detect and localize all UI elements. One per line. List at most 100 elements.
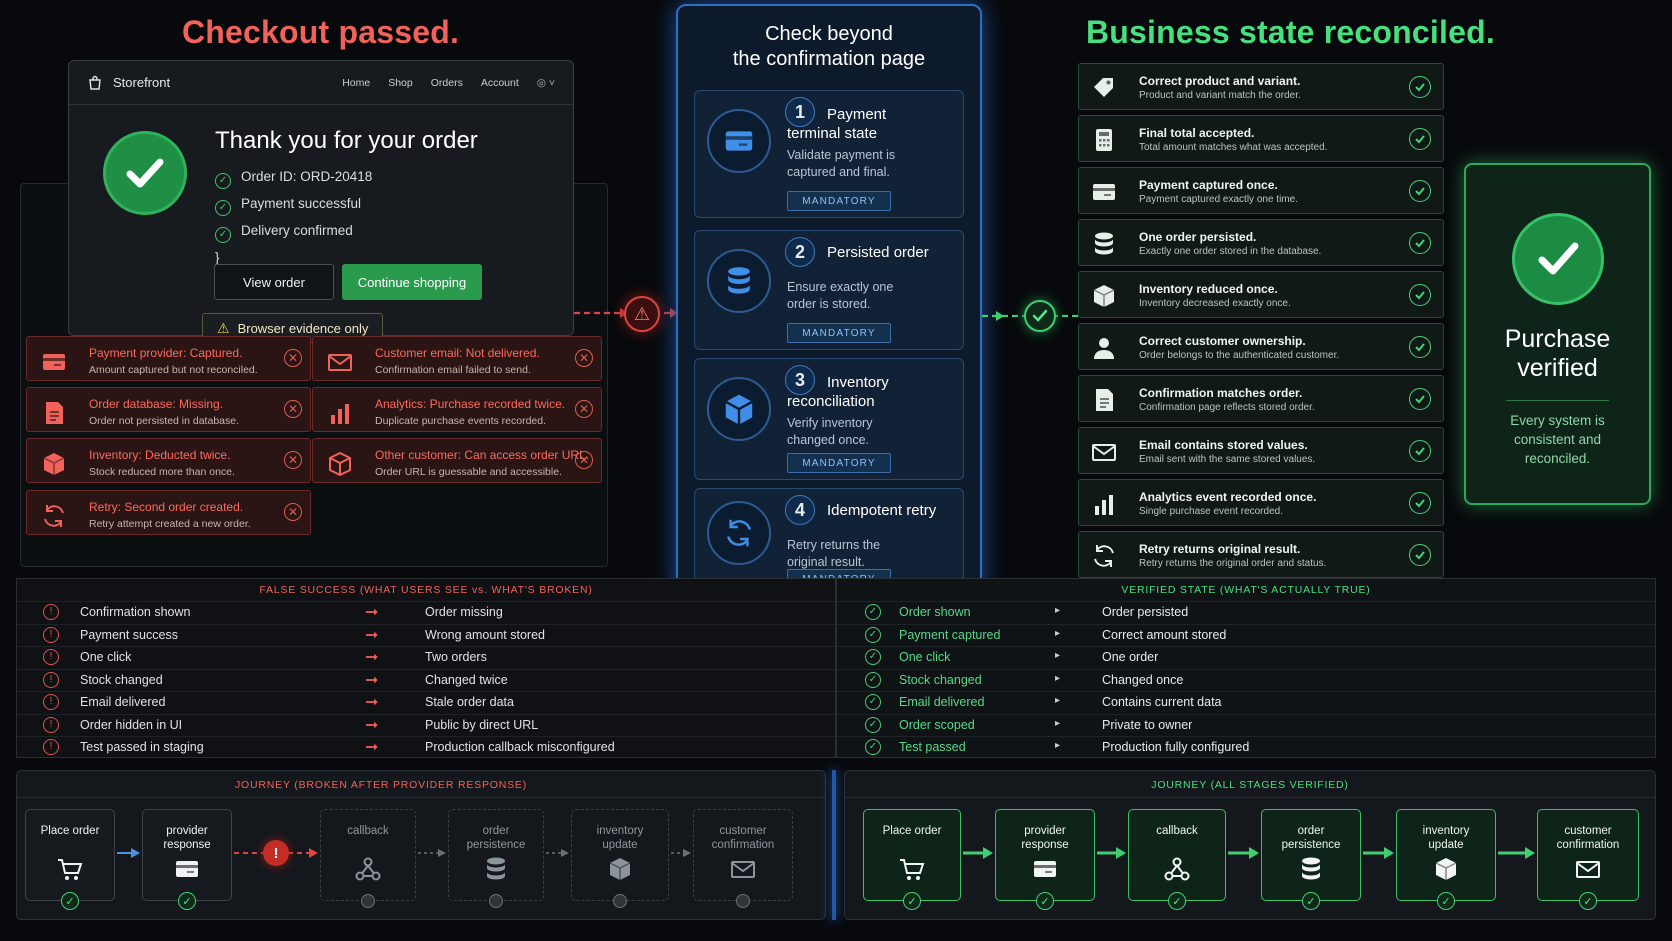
nav-home[interactable]: Home [342,77,370,89]
check-item: ✓ Order ID: ORD-20418 [215,163,372,190]
journey-stage: inventory update [571,809,669,901]
mandatory-badge: MANDATORY [787,323,891,343]
verified-check-card: One order persisted. Exactly one order st… [1078,219,1444,266]
table-row: ! Test passed in staging ➞ Production callb… [17,736,835,757]
refresh-icon [727,519,751,547]
verified-check-card: Confirmation matches order. Confirmation … [1078,375,1444,422]
shopping-bag-icon [89,75,101,90]
check-circle-icon: ✓ [1302,892,1320,910]
pending-dot-icon [736,894,750,908]
warning-icon: ⚠ [217,319,230,336]
alert-icon: ! [263,840,289,866]
journey-stage: Place order [863,809,961,901]
storefront-card: Storefront Home Shop Orders Account ◎ ˅ … [68,60,574,336]
false-claim: One click [80,650,132,664]
check-title: Email contains stored values. [1139,438,1308,452]
error-card: Other customer: Can access order URL. Ord… [312,438,602,483]
nav-account[interactable]: Account [481,77,519,89]
error-desc: Stock reduced more than once. [89,466,235,478]
arrow-right-icon: ➞ [365,626,379,644]
step-title: Idempotent retry [827,502,937,519]
nav-orders[interactable]: Orders [431,77,463,89]
visible-state: One click [899,650,951,664]
check-circle-icon: ✓ [1579,892,1597,910]
table-row: ✓ Order shown ▸ Order persisted [837,601,1655,622]
step-desc: Verify inventory changed once. [787,416,873,447]
check-icon: ✓ [215,200,231,216]
user-menu-icon[interactable]: ◎ ˅ [537,77,555,89]
payment-card-icon [176,861,198,877]
broken-reality: Two orders [425,650,487,664]
box-icon [43,453,65,475]
false-table-header: FALSE SUCCESS (WHAT USERS SEE vs. WHAT'S… [259,584,593,596]
check-desc: Inventory decreased exactly once. [1139,298,1291,309]
error-card: Order database: Missing. Order not persis… [26,387,311,432]
broken-reality: Stale order data [425,695,514,709]
true-state: One order [1102,650,1159,664]
nav-shop[interactable]: Shop [388,77,413,89]
box-icon [609,858,631,880]
table-row: ✓ One click ▸ One order [837,646,1655,667]
cube-icon [725,394,753,425]
verification-step: 1 Payment terminal state Validate payment i… [694,90,964,218]
close-x-icon: ✕ [284,451,302,469]
journey-stage: callback [1128,809,1226,901]
check-title: Correct customer ownership. [1139,334,1306,348]
exclamation-icon: ! [43,626,59,643]
true-state: Private to owner [1102,717,1193,732]
continue-shopping-button[interactable]: Continue shopping [342,264,482,300]
broken-reality: Changed twice [425,672,508,687]
cart-icon [58,859,83,880]
webhook-icon [355,857,381,881]
purchase-verified-panel: Purchase verified Every system is consis… [1464,163,1651,505]
exclamation-icon: ! [43,604,59,620]
bullet-icon: ▸ [1055,650,1061,661]
error-title: Payment provider: Captured. [89,346,243,360]
check-circle-icon: ✓ [903,892,921,910]
mandatory-badge: MANDATORY [787,453,891,473]
verified-check-card: Correct customer ownership. Order belongs… [1078,323,1444,370]
journey-stage: callback [320,809,416,901]
box-icon [1093,285,1115,307]
check-title: Final total accepted. [1139,126,1255,140]
document-icon [46,402,63,424]
visible-state: Stock changed [899,672,982,687]
journey-divider [832,770,836,920]
step-desc: Ensure exactly one order is stored. [787,280,894,311]
success-check-icon [103,131,187,215]
database-icon [728,267,750,294]
envelope-icon [1576,861,1600,878]
webhook-icon [1164,857,1190,881]
check-circle-icon: ✓ [178,892,196,910]
journey-verified-header: JOURNEY (ALL STAGES VERIFIED) [1151,779,1349,791]
error-card: Analytics: Purchase recorded twice. Dupli… [312,387,602,432]
check-circle-icon: ✓ [865,671,881,688]
journey-stage: Place order [25,809,115,901]
check-circle-icon: ✓ [1036,892,1054,910]
false-claim: Confirmation shown [80,605,191,619]
verification-step: 2 Persisted order Ensure exactly one order … [694,230,964,350]
middle-title: Check beyond the confirmation page [732,23,926,70]
arrow-right-icon: ➞ [365,671,379,689]
visible-state: Test passed [899,740,966,754]
storefront-nav: Home Shop Orders Account ◎ ˅ [342,77,555,89]
refresh-icon [44,505,64,527]
view-order-button[interactable]: View order [214,264,334,300]
payment-card-icon [1034,861,1056,877]
check-circle-icon: ✓ [865,649,881,665]
error-desc: Duplicate purchase events recorded. [375,415,547,427]
true-state: Correct amount stored [1102,627,1227,642]
verified-check-card: Correct product and variant. Product and … [1078,63,1444,110]
error-title: Other customer: Can access order URL. [375,448,590,462]
check-circle-icon: ✓ [865,604,881,620]
step-title: Persisted order [827,244,929,261]
arrow-right-icon: ➞ [365,649,379,666]
refresh-icon [1094,545,1114,567]
database-icon [1095,232,1113,255]
close-x-icon: ✕ [575,400,593,418]
bullet-icon: ▸ [1055,672,1061,684]
verified-check-card: Inventory reduced once. Inventory decreas… [1078,271,1444,318]
exclamation-icon: ! [43,671,59,688]
check-desc: Retry returns the original order and sta… [1139,558,1327,569]
bar-chart-icon [331,404,349,424]
